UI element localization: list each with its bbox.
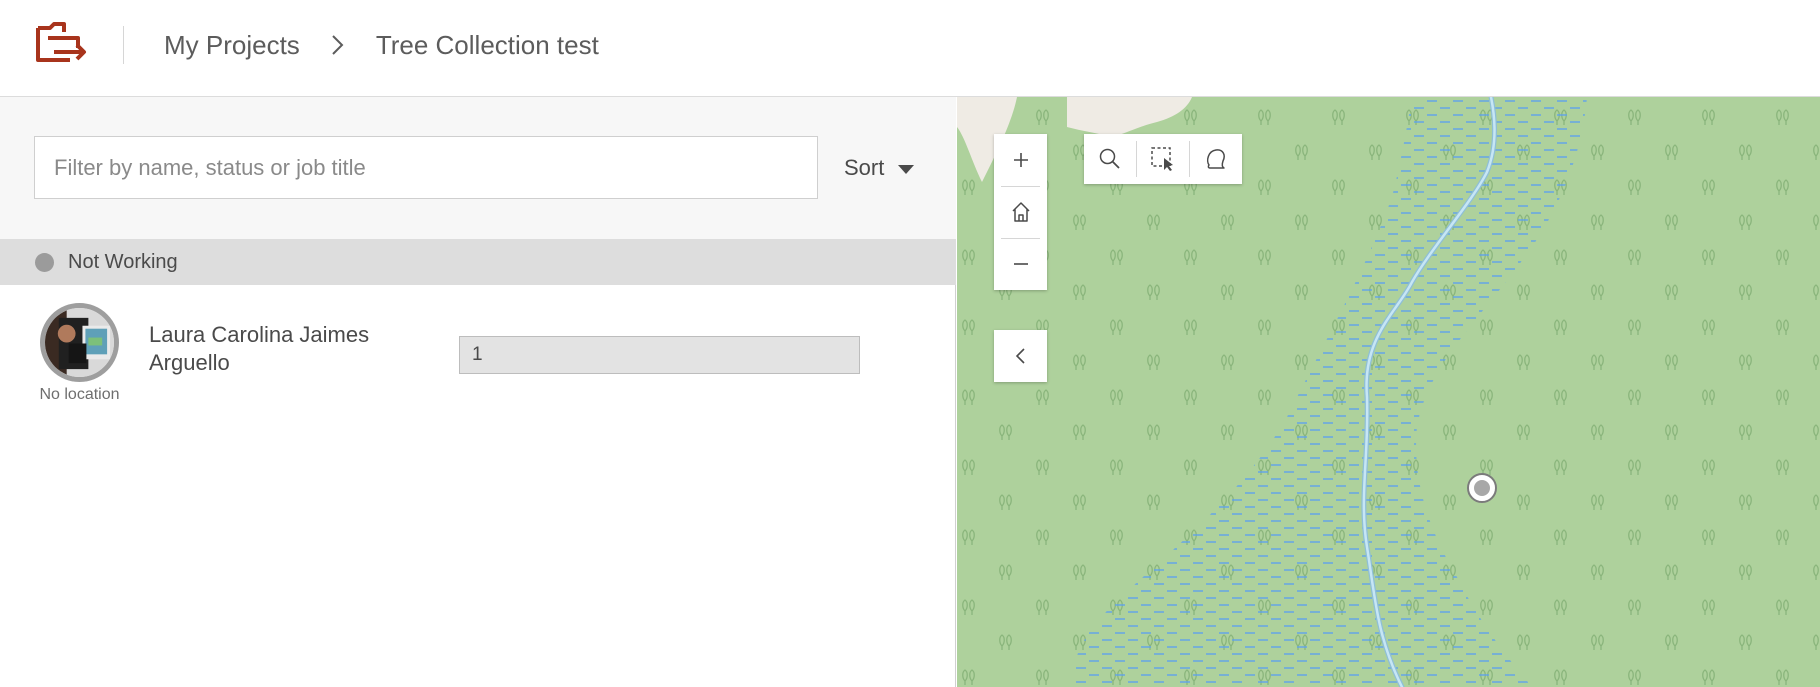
chevron-left-icon xyxy=(1015,348,1025,364)
app-header: My Projects Tree Collection test xyxy=(0,0,1820,97)
map-basemap xyxy=(957,97,1820,687)
breadcrumb: My Projects Tree Collection test xyxy=(164,26,599,64)
lasso-select-icon xyxy=(1206,149,1225,169)
location-dot xyxy=(1474,480,1490,496)
breadcrumb-current-project: Tree Collection test xyxy=(375,29,599,60)
filter-input[interactable] xyxy=(34,136,818,199)
zoom-in-button[interactable] xyxy=(994,134,1047,186)
lasso-select-button[interactable] xyxy=(1190,134,1242,184)
rectangle-select-button[interactable] xyxy=(1137,134,1189,184)
avatar xyxy=(40,303,119,382)
worker-name: Laura Carolina Jaimes Arguello xyxy=(149,322,370,375)
search-button[interactable] xyxy=(1084,134,1136,184)
status-dot xyxy=(35,252,54,272)
home-button[interactable] xyxy=(994,186,1047,238)
breadcrumb-my-projects[interactable]: My Projects xyxy=(164,30,300,61)
map-view[interactable] xyxy=(957,97,1820,687)
worker-value-field: 1 xyxy=(459,336,860,374)
location-marker[interactable] xyxy=(1467,473,1497,503)
workers-panel: Sort Not Working No location Laura Carol… xyxy=(0,97,956,687)
sort-label: Sort xyxy=(844,155,885,180)
worker-location: No location xyxy=(39,386,120,403)
sort-button[interactable]: Sort xyxy=(844,152,915,184)
group-header-not-working[interactable]: Not Working xyxy=(0,239,956,285)
search-icon xyxy=(1099,148,1120,169)
collapse-panel-button[interactable] xyxy=(994,330,1047,382)
worker-row[interactable]: No location Laura Carolina Jaimes Arguel… xyxy=(0,297,956,412)
selection-tools xyxy=(1084,134,1242,184)
home-icon xyxy=(1011,202,1030,222)
header-divider xyxy=(123,26,124,64)
zoom-out-button[interactable] xyxy=(994,238,1047,290)
plus-icon xyxy=(1013,153,1028,167)
rectangle-select-icon xyxy=(1151,147,1173,171)
caret-down-icon xyxy=(898,164,915,174)
filter-bar: Sort xyxy=(0,97,956,239)
zoom-controls xyxy=(994,134,1047,290)
group-status-label: Not Working xyxy=(68,250,178,273)
folder-arrow-icon[interactable] xyxy=(34,22,90,68)
minus-icon xyxy=(1013,263,1028,265)
chevron-right-icon xyxy=(332,35,344,55)
